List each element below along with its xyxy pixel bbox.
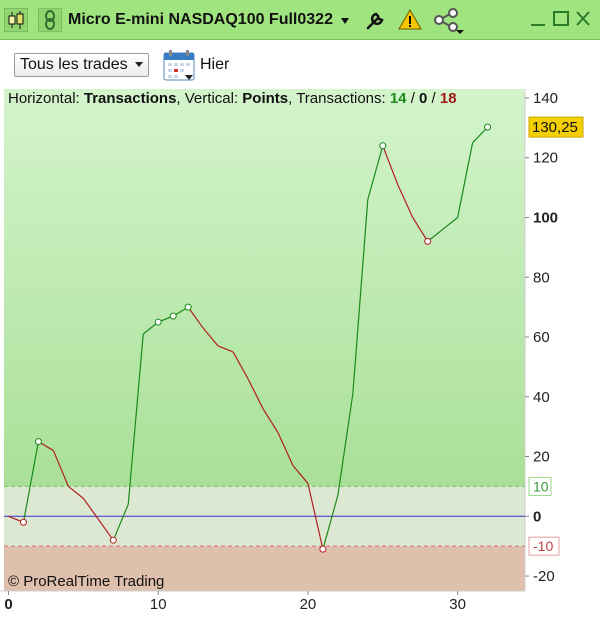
title-bar: Micro E-mini NASDAQ100 Full0322: [0, 0, 600, 40]
y-tick-label: -20: [533, 568, 555, 585]
copyright-text: © ProRealTime Trading: [8, 573, 165, 590]
wrench-icon[interactable]: [364, 8, 388, 32]
share-icon[interactable]: [434, 8, 466, 34]
upper-threshold-label: 10: [533, 478, 549, 494]
y-tick-label: 40: [533, 389, 550, 406]
window-title: Micro E-mini NASDAQ100 Full0322: [68, 11, 333, 28]
equity-point-marker: [169, 312, 177, 320]
x-tick-label: 0: [4, 596, 12, 613]
equity-point-marker: [319, 545, 327, 553]
warning-icon[interactable]: [398, 8, 422, 32]
calendar-icon[interactable]: [163, 49, 195, 81]
y-tick-label: 0: [533, 508, 541, 525]
date-label[interactable]: Hier: [200, 56, 229, 74]
y-tick-label: 120: [533, 150, 558, 167]
equity-point-marker: [109, 536, 117, 544]
lower-threshold-label: -10: [533, 538, 553, 554]
equity-point-marker: [154, 318, 162, 326]
chart-area: 140 120 100 80 60 40 20 0 -20 10 -10 0 10 20 30 130,25 …: [0, 89, 600, 616]
y-tick-label: 80: [533, 269, 550, 286]
equity-point-marker: [424, 237, 432, 245]
legend-horizontal-value: Transactions: [83, 90, 177, 107]
equity-chart[interactable]: 140 120 100 80 60 40 20 0 -20 10 -10 0 10 20 30 130,25: [0, 89, 600, 616]
legend-vertical-label: , Vertical:: [176, 90, 243, 107]
y-tick-label: 140: [533, 90, 558, 107]
title-dropdown-icon[interactable]: [341, 18, 349, 24]
candlestick-chart-icon[interactable]: [3, 7, 29, 33]
equity-point-marker: [19, 518, 27, 526]
maximize-icon[interactable]: [553, 10, 569, 33]
current-value-label: 130,25: [532, 119, 578, 136]
legend-vertical-value: Points: [242, 90, 289, 107]
equity-point-marker: [34, 438, 42, 446]
losing-trades-count: 18: [439, 90, 457, 107]
link-chain-icon[interactable]: [37, 7, 63, 33]
equity-point-marker: [184, 303, 192, 311]
trade-filter-select[interactable]: Tous les trades: [14, 53, 149, 77]
profit-zone-background: [4, 89, 525, 487]
equity-point-marker: [379, 142, 387, 150]
y-tick-label: 100: [533, 209, 558, 226]
legend-separator: /: [427, 90, 440, 107]
y-tick-label: 60: [533, 329, 550, 346]
legend-separator: /: [406, 90, 420, 107]
chevron-down-icon: [134, 62, 143, 67]
x-tick-label: 30: [449, 596, 466, 613]
legend-transactions-label: , Transactions:: [288, 90, 390, 107]
close-icon[interactable]: [575, 10, 591, 33]
minimize-icon[interactable]: [530, 10, 546, 33]
x-tick-label: 10: [150, 596, 167, 613]
winning-trades-count: 14: [389, 90, 407, 107]
trade-filter-value: Tous les trades: [20, 56, 128, 73]
y-tick-label: 20: [533, 449, 550, 466]
equity-point-marker: [484, 123, 492, 131]
x-tick-label: 20: [300, 596, 317, 613]
legend-horizontal-label: Horizontal:: [8, 90, 84, 107]
toolbar: Tous les trades Hier: [0, 41, 600, 89]
chart-legend: Horizontal: Transactions, Vertical: Poin…: [8, 90, 457, 107]
